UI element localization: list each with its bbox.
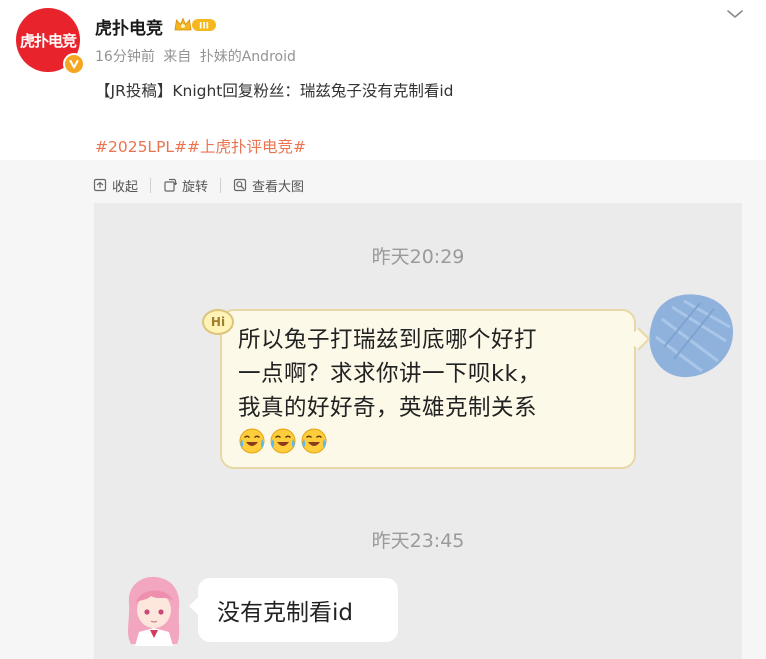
collapse-label: 收起: [112, 179, 139, 195]
crying-laughing-emoji-icon: [301, 428, 327, 454]
crying-laughing-emoji-icon: [270, 428, 296, 454]
collapse-icon: [93, 178, 107, 192]
message-line: 一点啊？求求你讲一下呗kk，: [238, 361, 542, 387]
crying-laughing-emoji-icon: [239, 428, 265, 454]
message-line: 我真的好好奇，英雄克制关系: [238, 395, 538, 421]
toolbar-divider: [220, 177, 222, 193]
post-text: 【JR投稿】Knight回复粉丝：瑞兹兔子没有克制看id: [95, 82, 454, 100]
rotate-image-button[interactable]: 旋转: [163, 176, 208, 195]
weibo-post-card: 虎扑电竞 虎扑电竞 III 16分钟前 来自 扑妹的Android 【JR投稿】…: [0, 0, 766, 160]
chat-timestamp: 昨天20:29: [371, 246, 465, 268]
collapse-image-button[interactable]: 收起: [93, 176, 138, 195]
rotate-icon: [164, 178, 178, 192]
hashtag-list: #2025LPL##上虎扑评电竞#: [95, 135, 306, 157]
author-avatar[interactable]: 虎扑电竞: [16, 8, 85, 75]
message-text: 所以兔子打瑞兹到底哪个好打 一点啊？求求你讲一下呗kk， 我真的好好奇，英雄克制…: [238, 323, 618, 425]
member-level-badge[interactable]: III: [174, 16, 218, 34]
rotate-label: 旋转: [182, 179, 209, 195]
reply-avatar: [127, 576, 180, 646]
emoji-row: [238, 427, 328, 455]
reply-text: 没有克制看id: [217, 600, 353, 626]
message-line: 所以兔子打瑞兹到底哪个好打: [238, 327, 538, 353]
member-level-text: III: [199, 22, 209, 32]
chat-timestamp: 昨天23:45: [371, 530, 465, 552]
post-meta: 16分钟前 来自 扑妹的Android: [95, 46, 300, 66]
view-large-image-button[interactable]: 查看大图: [233, 176, 304, 195]
hi-sticker-icon: Hi: [202, 309, 234, 335]
sender-avatar: [649, 294, 733, 378]
author-name[interactable]: 虎扑电竞: [95, 14, 163, 39]
chevron-down-icon[interactable]: [724, 6, 746, 22]
verified-v-icon: [63, 53, 85, 75]
hashtag-link[interactable]: #上虎扑评电竞#: [187, 138, 306, 156]
chat-screenshot-image[interactable]: 昨天20:29 Hi 所以兔子打瑞兹到底哪个好打 一点啊？求求你讲一下呗kk， …: [94, 203, 742, 659]
toolbar-divider: [150, 177, 152, 193]
author-avatar-text: 虎扑电竞: [19, 31, 77, 50]
view-large-label: 查看大图: [252, 179, 305, 195]
crown-icon: [174, 17, 192, 31]
source-prefix: 来自: [163, 49, 192, 65]
view-large-icon: [233, 178, 247, 192]
post-source[interactable]: 扑妹的Android: [200, 49, 296, 65]
image-toolbar: 收起 旋转 查看大图: [93, 175, 304, 195]
hashtag-link[interactable]: #2025LPL#: [95, 138, 187, 156]
post-time[interactable]: 16分钟前: [95, 49, 155, 65]
